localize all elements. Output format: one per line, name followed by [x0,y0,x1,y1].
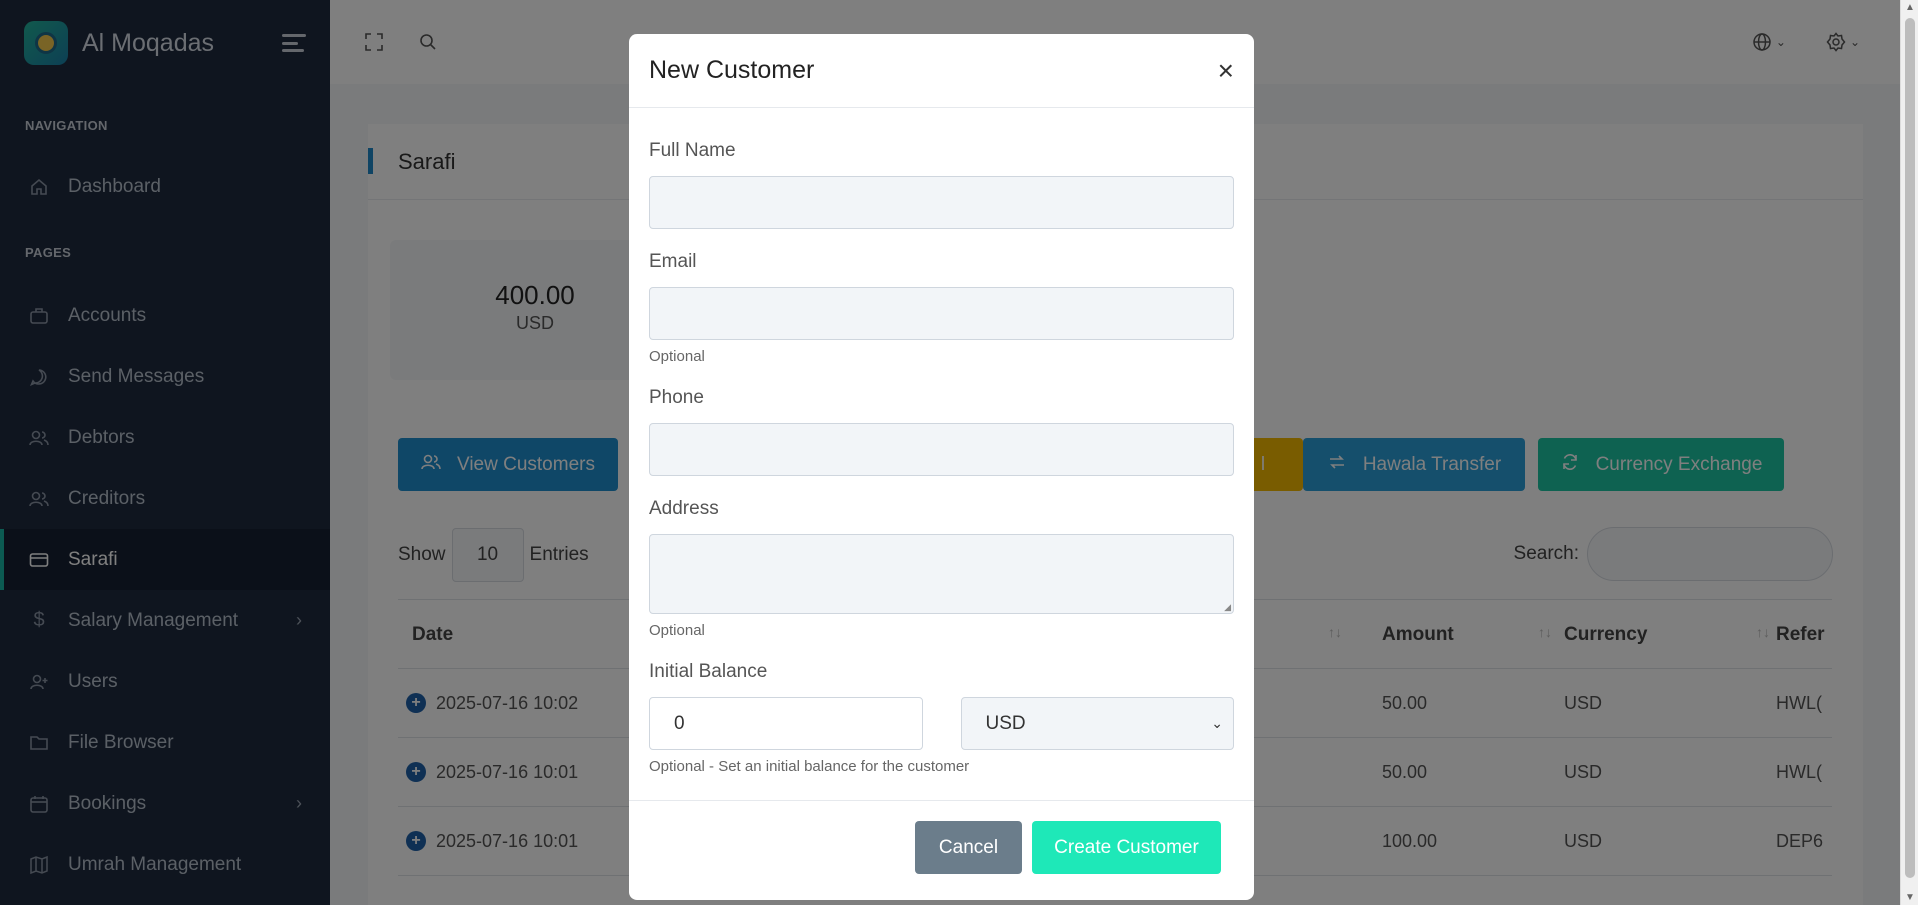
address-textarea[interactable] [649,534,1234,614]
initial-balance-label: Initial Balance [649,661,768,682]
initial-balance-hint: Optional - Set an initial balance for th… [649,758,970,775]
email-input[interactable] [649,287,1234,340]
phone-input[interactable] [649,423,1234,476]
modal-body: Full Name Email Optional Phone Address O… [629,108,1254,775]
scrollbar-thumb[interactable] [1905,18,1915,878]
email-hint: Optional [649,348,705,365]
currency-select[interactable]: USD ⌄ [960,697,1234,750]
initial-balance-row: 0 USD ⌄ [649,697,1234,750]
address-hint: Optional [649,622,705,639]
cancel-button[interactable]: Cancel [915,821,1022,874]
page-scrollbar[interactable]: ▲ ▼ [1900,0,1918,905]
scroll-up-arrow-icon[interactable]: ▲ [1904,2,1916,13]
currency-select-value: USD [985,712,1026,734]
close-icon[interactable]: × [1218,55,1234,87]
new-customer-modal: New Customer × Full Name Email Optional … [629,34,1254,900]
modal-footer: Cancel Create Customer [629,800,1254,900]
modal-header: New Customer × [629,34,1254,108]
full-name-input[interactable] [649,176,1234,229]
chevron-down-icon: ⌄ [1211,715,1223,731]
scroll-down-arrow-icon[interactable]: ▼ [1904,892,1916,903]
phone-label: Phone [649,387,704,408]
initial-balance-input[interactable]: 0 [649,697,923,750]
full-name-label: Full Name [649,140,736,161]
address-label: Address [649,498,719,519]
modal-title: New Customer [649,56,815,84]
create-customer-button[interactable]: Create Customer [1032,821,1221,874]
email-label: Email [649,251,697,272]
